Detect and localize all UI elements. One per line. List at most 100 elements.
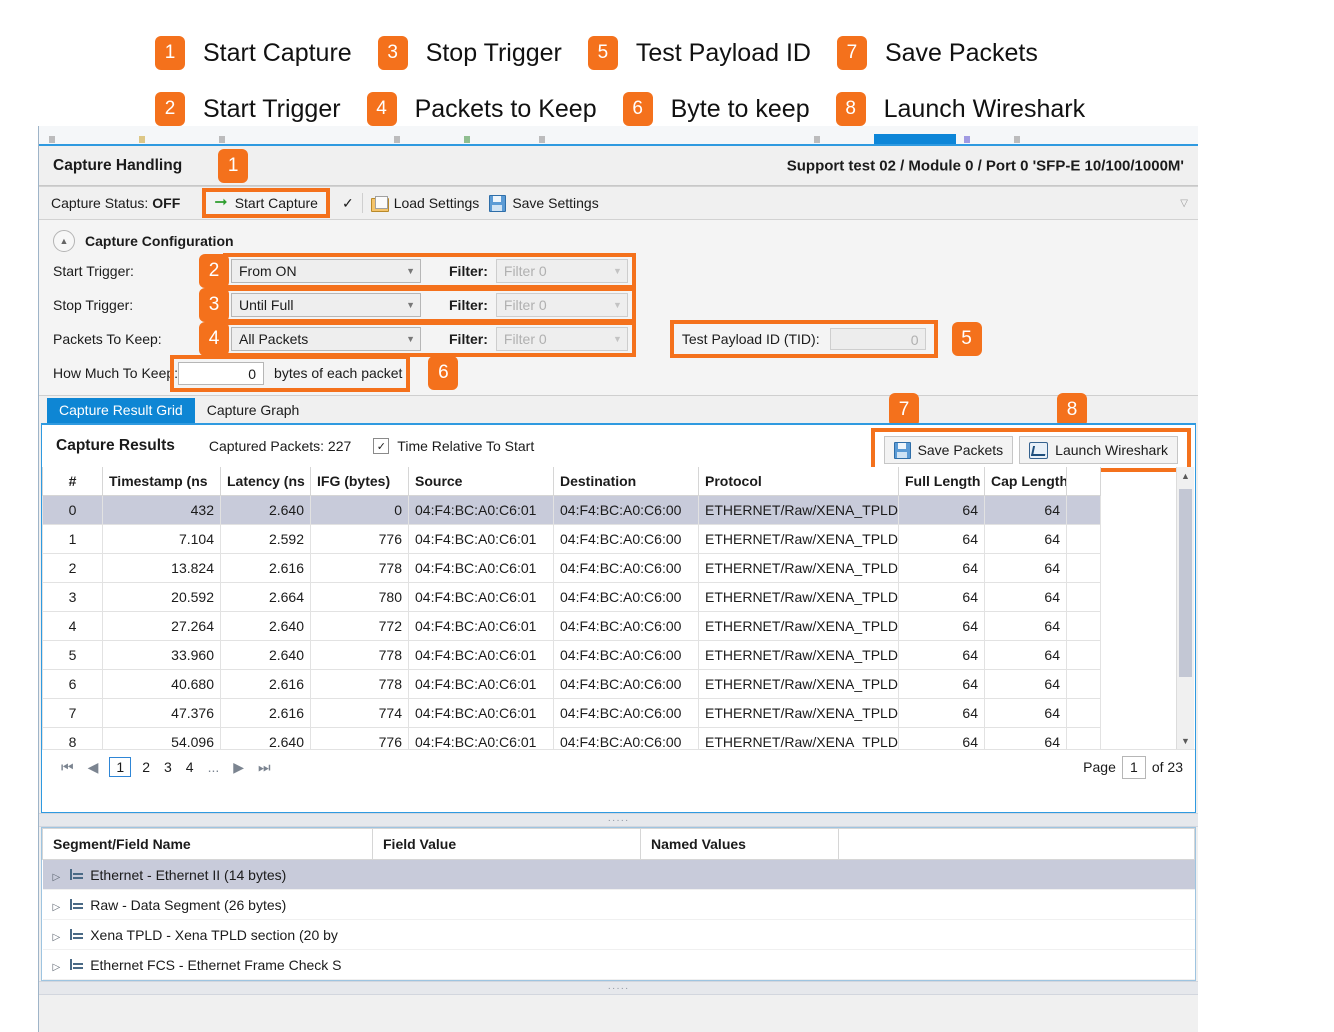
packets-to-keep-filter-select[interactable]: Filter 0 ▼ (495, 327, 628, 351)
list-item[interactable]: ▷ Xena TPLD - Xena TPLD section (20 by (42, 919, 1195, 950)
pager-page-input[interactable]: 1 (1121, 755, 1146, 779)
table-row[interactable]: 6 40.680 2.616 778 04:F4:BC:A0:C6:01 04:F4:BC… (42, 669, 1101, 699)
chevron-down-icon: ▼ (612, 266, 622, 276)
row-latency: 2.616 (220, 669, 311, 699)
pager-page-3[interactable]: 3 (164, 759, 172, 775)
pager-next-button[interactable]: ▶ (233, 759, 244, 776)
row-latency: 2.592 (220, 524, 311, 554)
table-row[interactable]: 0 432 2.640 0 04:F4:BC:A0:C6:01 04:F4:BC:A0:C… (42, 495, 1101, 525)
row-timestamp: 47.376 (102, 698, 221, 728)
row-destination: 04:F4:BC:A0:C6:00 (553, 727, 699, 749)
panel-splitter-bottom[interactable]: ····· (39, 981, 1198, 995)
start-trigger-row: Start Trigger: 2 From ON ▼ Filter: Filte… (39, 253, 1198, 289)
row-timestamp: 40.680 (102, 669, 221, 699)
row-protocol: ETHERNET/Raw/XENA_TPLD (698, 640, 899, 670)
time-relative-to-start-option[interactable]: ✓ Time Relative To Start (373, 438, 534, 454)
load-settings-button[interactable]: Load Settings (370, 195, 479, 212)
pager-page-2[interactable]: 2 (142, 759, 150, 775)
chevron-right-icon[interactable]: ▷ (53, 962, 61, 973)
list-item[interactable]: ▷ Ethernet FCS - Ethernet Frame Check S (42, 949, 1195, 980)
col-ifg[interactable]: IFG (bytes) (310, 467, 409, 496)
save-settings-button[interactable]: Save Settings (489, 194, 599, 212)
scroll-thumb[interactable] (1179, 489, 1192, 677)
chevron-right-icon[interactable]: ▷ (53, 932, 61, 943)
row-destination: 04:F4:BC:A0:C6:00 (553, 524, 699, 554)
stop-trigger-group: Until Full ▼ Filter: Filter 0 ▼ (223, 287, 636, 323)
segment-name-cell: ▷ Ethernet FCS - Ethernet Frame Check S (42, 949, 373, 980)
row-index: 6 (42, 669, 103, 699)
col-cap-length[interactable]: Cap Length (984, 467, 1067, 496)
toolbar-overflow-icon[interactable]: ▽ (1180, 198, 1188, 209)
legend-item-4: 4 Packets to Keep (366, 92, 623, 126)
table-row[interactable]: 7 47.376 2.616 774 04:F4:BC:A0:C6:01 04:F4:BC… (42, 698, 1101, 728)
grid-vertical-scrollbar[interactable]: ▲ ▼ (1176, 467, 1194, 749)
capture-configuration-header[interactable]: ▲ Capture Configuration (39, 228, 1198, 254)
row-full-length: 64 (898, 611, 985, 641)
field-value-cell (372, 919, 641, 950)
table-row[interactable]: 2 13.824 2.616 778 04:F4:BC:A0:C6:01 04:F4:BC… (42, 553, 1101, 583)
row-index: 0 (42, 495, 103, 525)
panel-splitter-top[interactable]: ····· (39, 813, 1198, 827)
col-source[interactable]: Source (408, 467, 554, 496)
row-spacer (1066, 698, 1101, 728)
test-payload-id-input[interactable]: 0 (829, 328, 926, 350)
save-settings-label: Save Settings (512, 195, 599, 211)
pager-first-button[interactable]: ⏮ (61, 759, 74, 776)
table-header-row: # Timestamp (ns Latency (ns IFG (bytes) … (42, 467, 1101, 496)
save-packets-button[interactable]: Save Packets (883, 436, 1014, 464)
chevron-up-icon[interactable]: ▲ (53, 230, 75, 252)
legend-item-5: 5 Test Payload ID (587, 36, 837, 70)
col-index[interactable]: # (42, 467, 103, 496)
capture-status-value: OFF (152, 195, 181, 211)
segment-label: Ethernet - Ethernet II (14 bytes) (90, 866, 287, 883)
named-values-cell (640, 859, 839, 890)
legend-label-3: Stop Trigger (425, 38, 562, 67)
panel-header: Capture Handling 1 Support test 02 / Mod… (39, 146, 1198, 186)
row-full-length: 64 (898, 669, 985, 699)
col-segment-field-name[interactable]: Segment/Field Name (42, 828, 373, 860)
named-values-cell (640, 919, 839, 950)
col-protocol[interactable]: Protocol (698, 467, 899, 496)
table-row[interactable]: 5 33.960 2.640 778 04:F4:BC:A0:C6:01 04:F4:BC… (42, 640, 1101, 670)
pager-prev-button[interactable]: ◀ (88, 759, 99, 776)
scroll-up-icon[interactable]: ▲ (1177, 467, 1194, 484)
col-full-length[interactable]: Full Length (898, 467, 985, 496)
col-named-values[interactable]: Named Values (640, 828, 839, 860)
pager-page-4[interactable]: 4 (186, 759, 194, 775)
col-latency[interactable]: Latency (ns (220, 467, 311, 496)
row-cap-length: 64 (984, 727, 1067, 749)
detail-spacer-cell (838, 889, 1195, 920)
stop-trigger-select[interactable]: Until Full ▼ (231, 293, 421, 317)
scroll-down-icon[interactable]: ▼ (1177, 732, 1194, 749)
time-relative-checkbox[interactable]: ✓ (373, 438, 390, 454)
list-item[interactable]: ▷ Raw - Data Segment (26 bytes) (42, 889, 1195, 920)
tab-capture-graph[interactable]: Capture Graph (194, 398, 312, 423)
row-ifg: 780 (310, 582, 409, 612)
start-trigger-filter-select[interactable]: Filter 0 ▼ (495, 259, 628, 283)
row-index: 1 (42, 524, 103, 554)
list-item[interactable]: ▷ Ethernet - Ethernet II (14 bytes) (42, 859, 1195, 890)
pager-page-1[interactable]: 1 (109, 757, 132, 777)
how-much-to-keep-input[interactable]: 0 (178, 361, 265, 385)
pager-last-button[interactable]: ⏭ (258, 759, 271, 776)
table-row[interactable]: 1 7.104 2.592 776 04:F4:BC:A0:C6:01 04:F4:BC:… (42, 524, 1101, 554)
row-protocol: ETHERNET/Raw/XENA_TPLD (698, 495, 899, 525)
stop-trigger-filter-select[interactable]: Filter 0 ▼ (495, 293, 628, 317)
launch-wireshark-button[interactable]: Launch Wireshark (1019, 436, 1178, 464)
table-row[interactable]: 4 27.264 2.640 772 04:F4:BC:A0:C6:01 04:F4:BC… (42, 611, 1101, 641)
row-ifg: 776 (310, 727, 409, 749)
table-row[interactable]: 8 54.096 2.640 776 04:F4:BC:A0:C6:01 04:F4:BC… (42, 727, 1101, 749)
capture-results-grid: # Timestamp (ns Latency (ns IFG (bytes) … (42, 467, 1195, 749)
packets-to-keep-filter-value: Filter 0 (503, 331, 547, 347)
col-timestamp[interactable]: Timestamp (ns (102, 467, 221, 496)
col-field-value[interactable]: Field Value (372, 828, 641, 860)
tab-capture-result-grid[interactable]: Capture Result Grid (47, 398, 195, 423)
chevron-right-icon[interactable]: ▷ (53, 902, 61, 913)
table-row[interactable]: 3 20.592 2.664 780 04:F4:BC:A0:C6:01 04:F4:BC… (42, 582, 1101, 612)
start-trigger-select[interactable]: From ON ▼ (231, 259, 421, 283)
packets-to-keep-select[interactable]: All Packets ▼ (231, 327, 421, 351)
start-capture-button[interactable]: ➞ Start Capture (202, 188, 330, 218)
chevron-right-icon[interactable]: ▷ (53, 872, 61, 883)
col-destination[interactable]: Destination (553, 467, 699, 496)
capture-enable-checkbox[interactable]: ✓ (342, 195, 354, 212)
